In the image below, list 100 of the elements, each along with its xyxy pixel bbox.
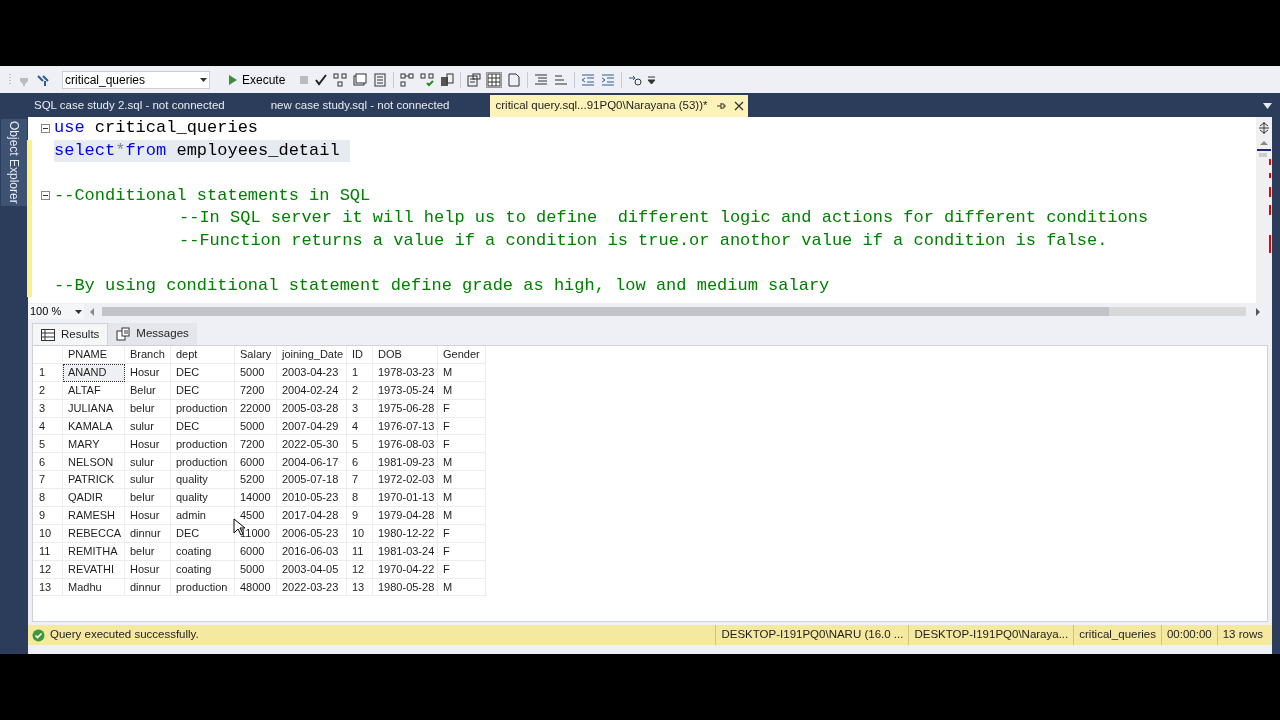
split-icon[interactable] [1258,121,1270,135]
column-header[interactable]: Gender [438,346,486,364]
table-cell: 1976-08-03 [373,435,438,454]
table-cell: REVATHI [63,560,125,579]
status-message: Query executed successfully. [50,627,199,643]
collapse-icon[interactable] [41,123,50,133]
table-cell: 1975-06-28 [373,399,438,418]
database-dropdown[interactable]: critical_queries [62,70,210,89]
column-header[interactable]: Salary [235,346,277,364]
table-cell: M [438,363,486,382]
table-cell: F [438,399,486,418]
pin-icon[interactable] [715,101,726,111]
table-cell: 2004-06-17 [277,453,347,472]
scroll-right-icon[interactable] [1254,306,1262,317]
table-cell: 2007-04-29 [277,417,347,436]
overflow-icon[interactable] [648,75,656,84]
dropdown-arrow-icon[interactable] [75,309,82,314]
table-cell: sulur [125,453,171,472]
column-header[interactable]: Branch [125,346,171,364]
row-number: 4 [33,417,63,436]
table-cell: M [438,507,486,525]
table-cell: 7 [347,471,373,490]
column-header[interactable]: dept [171,346,235,364]
document-tab[interactable]: SQL case study 2.sql - not connected [28,95,231,117]
column-header[interactable]: PNAME [63,346,125,364]
grid-icon [41,328,55,341]
scroll-left-icon[interactable] [88,306,96,317]
horizontal-scrollbar[interactable] [102,307,1246,316]
table-cell: 5000 [235,417,277,436]
row-number: 3 [33,399,63,418]
table-cell: 6000 [235,542,277,561]
table-cell: 2010-05-23 [277,489,347,507]
table-cell: 5200 [235,471,277,490]
table-cell: production [171,578,235,597]
diagram-icon[interactable] [333,72,348,87]
table-cell: F [438,435,486,454]
table-cell: 8 [347,489,373,507]
execute-button[interactable]: Execute [226,69,288,90]
vertical-scrollbar[interactable] [1256,117,1272,303]
table-cell: 2003-04-05 [277,560,347,579]
row-number: 9 [33,507,63,525]
row-number: 13 [33,578,63,597]
tab-list-dropdown-icon[interactable] [1263,103,1272,109]
table-cell: F [438,417,486,436]
table-cell: DEC [171,381,235,400]
file-results-icon[interactable] [507,72,522,87]
diagram-check-icon[interactable] [420,72,435,87]
column-header[interactable]: joining_Date [277,346,347,364]
results-tab[interactable]: Messages [108,323,197,345]
column-header[interactable]: ID [347,346,373,364]
table-cell: 1980-05-28 [373,578,438,597]
connect-icon[interactable] [36,72,50,87]
success-icon [32,628,45,642]
windows-icon[interactable] [353,72,368,87]
table-cell: RAMESH [63,507,125,525]
table-cell: belur [125,399,171,418]
status-item: critical_queries [1079,627,1156,643]
table-cell: 22000 [235,399,277,418]
dropdown-arrow-icon [200,77,207,82]
table-cell: 2004-02-24 [277,381,347,400]
close-icon[interactable] [733,101,744,111]
zoom-dropdown[interactable]: 100 % [28,304,84,319]
grid-results-icon[interactable] [487,72,502,87]
table-cell: 10 [347,524,373,543]
table-cell: coating [171,542,235,561]
table-cell: 9 [347,507,373,525]
table-cell: M [438,471,486,490]
table-cell: dinnur [125,578,171,597]
table-cell: 1970-01-13 [373,489,438,507]
table-cell: QADIR [63,489,125,507]
status-item: 13 rows [1222,627,1263,643]
table-cell: Hosur [125,363,171,382]
table-cell: KAMALA [63,417,125,436]
table-cell: 1976-07-13 [373,417,438,436]
table-cell: REBECCA [63,524,125,543]
results-tab[interactable]: Results [32,323,109,345]
column-header[interactable]: DOB [373,346,438,364]
table-cell: quality [171,471,235,490]
document-tab[interactable]: new case study.sql - not connected [264,95,456,117]
comment-icon[interactable] [534,72,549,87]
table-cell: production [171,453,235,472]
check-icon[interactable] [315,73,328,86]
table-cell: MARY [63,435,125,454]
table-cell: DEC [171,417,235,436]
object-explorer-tab[interactable]: Object Explorer [1,119,27,206]
table-cell: 5000 [235,560,277,579]
scroll-up-icon[interactable] [1259,139,1269,147]
table-cell: 14000 [235,489,277,507]
table-cell: 6 [347,453,373,472]
database-icon[interactable] [440,72,455,87]
document-tab[interactable]: critical query.sql...91PQ0\Narayana (53))* [489,95,748,117]
table-cell: 11 [347,542,373,561]
table-cell: 5000 [235,363,277,382]
uncomment-icon[interactable] [554,72,569,87]
collapse-icon[interactable] [41,191,50,201]
diagram-icon[interactable] [400,72,415,87]
table-cell: 1972-02-03 [373,471,438,490]
table-cell: 1978-03-23 [373,363,438,382]
table-cell: 1979-04-28 [373,507,438,525]
table-cell: 7200 [235,435,277,454]
